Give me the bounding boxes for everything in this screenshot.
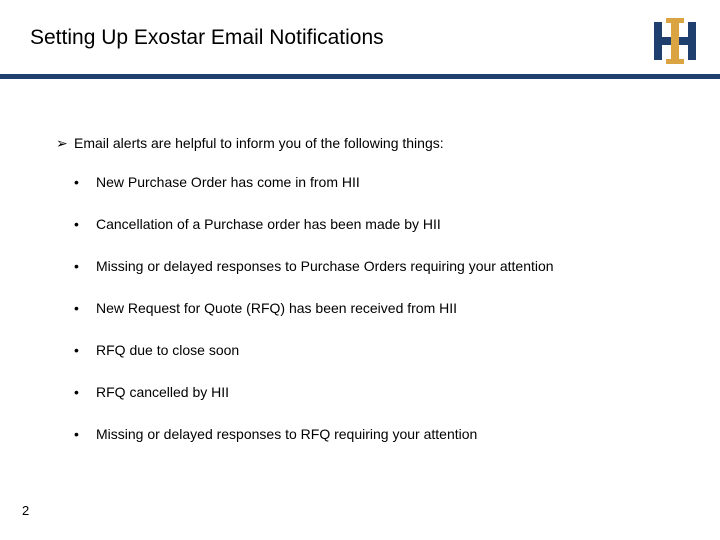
list-item: • RFQ cancelled by HII: [74, 384, 680, 400]
list-item-text: Missing or delayed responses to RFQ requ…: [96, 426, 477, 442]
slide: Setting Up Exostar Email Notifications ➢: [0, 0, 720, 540]
bullet-icon: •: [74, 342, 80, 358]
list-item-text: New Request for Quote (RFQ) has been rec…: [96, 300, 457, 316]
list-item: • Missing or delayed responses to Purchas…: [74, 258, 680, 274]
list-item: • New Purchase Order has come in from HII: [74, 174, 680, 190]
lead-line: ➢ Email alerts are helpful to inform you…: [56, 135, 680, 152]
content: ➢ Email alerts are helpful to inform you…: [56, 135, 680, 468]
hii-logo-icon: [652, 18, 698, 64]
bullet-icon: •: [74, 384, 80, 400]
bullet-icon: •: [74, 426, 80, 442]
page-number: 2: [22, 503, 29, 518]
bullet-icon: •: [74, 174, 80, 190]
page-title: Setting Up Exostar Email Notifications: [30, 26, 690, 50]
list-item-text: RFQ due to close soon: [96, 342, 239, 358]
list-item-text: Cancellation of a Purchase order has bee…: [96, 216, 441, 232]
header: Setting Up Exostar Email Notifications: [0, 0, 720, 60]
list-item-text: Missing or delayed responses to Purchase…: [96, 258, 554, 274]
arrow-icon: ➢: [56, 135, 66, 152]
bullet-icon: •: [74, 300, 80, 316]
list-item-text: RFQ cancelled by HII: [96, 384, 229, 400]
list-item: • New Request for Quote (RFQ) has been re…: [74, 300, 680, 316]
bullet-icon: •: [74, 216, 80, 232]
list-item: • RFQ due to close soon: [74, 342, 680, 358]
list-item: • Missing or delayed responses to RFQ req…: [74, 426, 680, 442]
bullet-list: • New Purchase Order has come in from HII…: [56, 174, 680, 442]
bullet-icon: •: [74, 258, 80, 274]
lead-text: Email alerts are helpful to inform you o…: [74, 135, 444, 151]
list-item-text: New Purchase Order has come in from HII: [96, 174, 360, 190]
list-item: • Cancellation of a Purchase order has be…: [74, 216, 680, 232]
header-rule: [0, 74, 720, 79]
